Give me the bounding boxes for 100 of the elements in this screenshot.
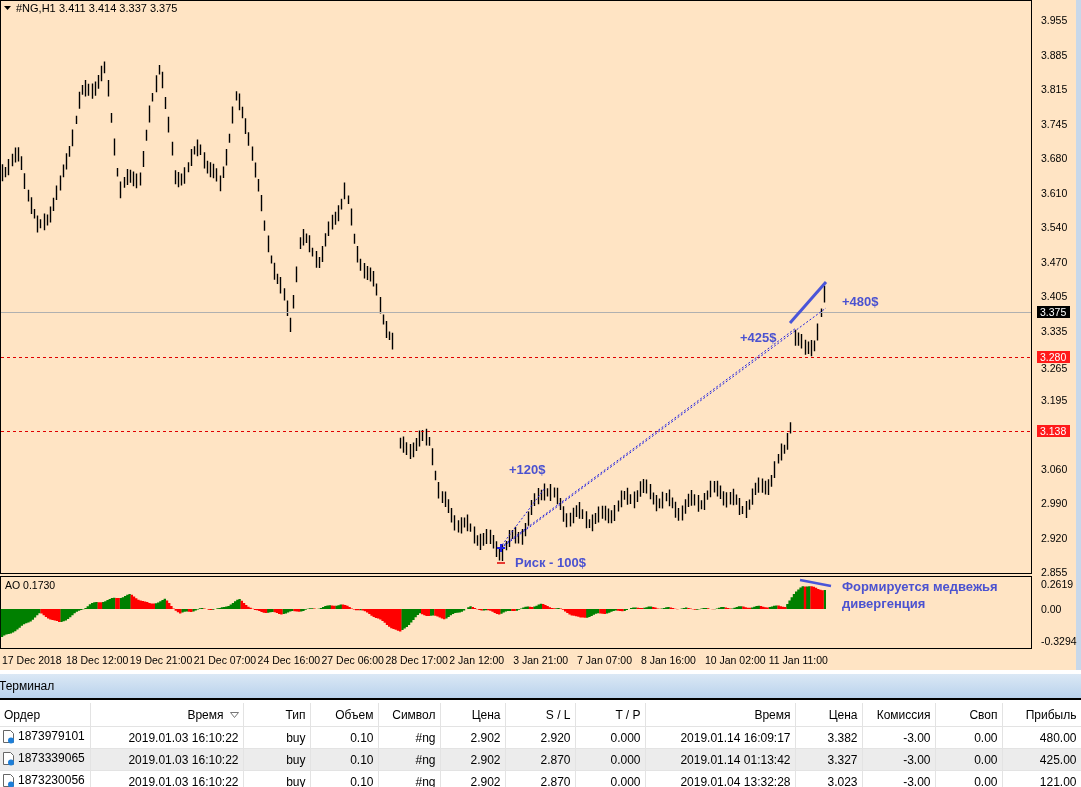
document-icon [2, 772, 15, 787]
column-header[interactable]: Цена [795, 703, 862, 727]
price-axis-label: 3.885 [1041, 48, 1068, 61]
time-axis-label: 27 Dec 06:00 [321, 654, 384, 666]
price-values: 3.411 3.414 3.337 3.375 [59, 2, 178, 14]
entry-cross-icon [496, 543, 506, 553]
table-cell: #ng [378, 748, 440, 771]
order-number: 1873979101 [18, 729, 85, 743]
table-cell: 2019.01.04 13:32:28 [645, 770, 795, 787]
column-header[interactable]: Своп [935, 703, 1002, 727]
table-cell: 2.920 [505, 726, 575, 749]
table-cell: -3.00 [862, 748, 935, 771]
price-axis-label: 3.405 [1041, 290, 1068, 302]
time-axis-label: 11 Jan 11:00 [768, 654, 828, 666]
price-axis-label: 3.955 [1041, 14, 1068, 26]
panel-title: Терминал [0, 679, 55, 693]
indicator-axis-label: 0.2619 [1041, 578, 1074, 590]
price-marker: 3.138 [1037, 425, 1070, 437]
table-cell: 2019.01.03 16:10:22 [90, 770, 243, 787]
indicator-axis-label: 0.00 [1041, 603, 1062, 615]
table-cell: 0.10 [310, 726, 378, 749]
document-icon [2, 728, 15, 744]
price-marker: 3.280 [1037, 351, 1070, 363]
chart-annotation: +120$ [509, 462, 546, 477]
stop-mark [496, 562, 506, 564]
table-cell: 0.000 [575, 726, 645, 749]
table-cell: 2019.01.14 16:09:17 [645, 726, 795, 749]
table-cell: 2.870 [505, 748, 575, 771]
column-header[interactable]: Прибыль [1002, 703, 1081, 727]
price-axis-label: 3.610 [1041, 186, 1068, 199]
table-cell: 0.00 [935, 748, 1002, 771]
divergence-line [799, 578, 832, 588]
chart-symbol: #NG,H1 [16, 2, 56, 14]
table-cell: 2019.01.14 01:13:42 [645, 748, 795, 771]
table-cell: 0.10 [310, 770, 378, 787]
price-axis-label: 2.920 [1041, 531, 1068, 544]
order-number: 1873339065 [18, 751, 85, 765]
time-axis-label: 18 Dec 12:00 [65, 654, 129, 666]
table-cell: 425.00 [1002, 748, 1081, 771]
time-axis-label: 10 Jan 02:00 [704, 654, 766, 666]
table-cell: 2.902 [440, 748, 505, 771]
column-header[interactable]: Символ [378, 703, 440, 727]
trend-line [788, 281, 828, 324]
price-axis-label: 3.060 [1041, 462, 1068, 475]
price-axis-label: 3.195 [1041, 393, 1068, 406]
table-cell: 0.00 [935, 726, 1002, 749]
table-cell: -3.00 [862, 770, 935, 787]
time-axis-label: 19 Dec 21:00 [129, 654, 193, 666]
chart-annotation: +480$ [842, 294, 879, 309]
price-axis-label: 3.815 [1041, 83, 1068, 95]
table-cell: 0.10 [310, 748, 378, 771]
table-cell: buy [243, 726, 310, 749]
table-cell: 121.00 [1002, 770, 1081, 787]
column-header[interactable]: Время [90, 703, 243, 727]
column-header[interactable]: Время [645, 703, 795, 727]
table-cell: 2019.01.03 16:10:22 [90, 748, 243, 771]
price-marker: 3.375 [1037, 306, 1070, 318]
table-cell: 480.00 [1002, 726, 1081, 749]
table-cell: 3.382 [795, 726, 862, 749]
time-axis-label: 17 Dec 2018 [2, 654, 62, 666]
table-cell: 0.00 [935, 770, 1002, 787]
table-cell: 2019.01.03 16:10:22 [90, 726, 243, 749]
document-icon [2, 750, 15, 766]
dropdown-arrow-icon [4, 6, 11, 10]
price-axis-label: 3.540 [1041, 221, 1068, 233]
column-header[interactable]: T / P [575, 703, 645, 727]
column-header[interactable]: Ордер [0, 703, 90, 727]
table-cell: #ng [378, 726, 440, 749]
price-axis-label: 2.855 [1041, 566, 1068, 578]
time-axis-label: 21 Dec 07:00 [193, 654, 257, 666]
table-cell: 2.902 [440, 770, 505, 787]
time-axis-label: 3 Jan 21:00 [513, 654, 569, 666]
price-axis-label: 3.680 [1041, 152, 1068, 164]
time-axis-label: 7 Jan 07:00 [577, 654, 632, 666]
table-cell: 3.023 [795, 770, 862, 787]
time-axis-label: 28 Dec 17:00 [385, 654, 448, 666]
price-axis-label: 3.335 [1041, 324, 1068, 337]
chart-annotation: Риск - 100$ [515, 555, 586, 570]
time-axis-label: 24 Dec 16:00 [257, 654, 321, 666]
price-axis-label: 3.265 [1041, 362, 1068, 374]
column-header[interactable]: Цена [440, 703, 505, 727]
chart-annotation: Формируется медвежья дивергенция [842, 579, 998, 611]
price-axis-label: 2.990 [1041, 497, 1068, 509]
column-header[interactable]: S / L [505, 703, 575, 727]
price-axis-label: 3.745 [1041, 117, 1068, 130]
table-cell: 2.902 [440, 726, 505, 749]
indicator-label: AO 0.1730 [5, 579, 56, 591]
column-header[interactable]: Тип [243, 703, 310, 727]
table-cell: 2.870 [505, 770, 575, 787]
indicator-axis-label: -0.3294 [1041, 635, 1077, 647]
table-cell: buy [243, 748, 310, 771]
table-cell: -3.00 [862, 726, 935, 749]
price-axis-label: 3.470 [1041, 255, 1068, 268]
chart-annotation: +425$ [740, 330, 777, 345]
time-axis-label: 8 Jan 16:00 [641, 654, 696, 666]
table-cell: 3.327 [795, 748, 862, 771]
table-cell: 0.000 [575, 770, 645, 787]
column-header[interactable]: Объем [310, 703, 378, 727]
table-cell: 0.000 [575, 748, 645, 771]
column-header[interactable]: Комиссия [862, 703, 935, 727]
